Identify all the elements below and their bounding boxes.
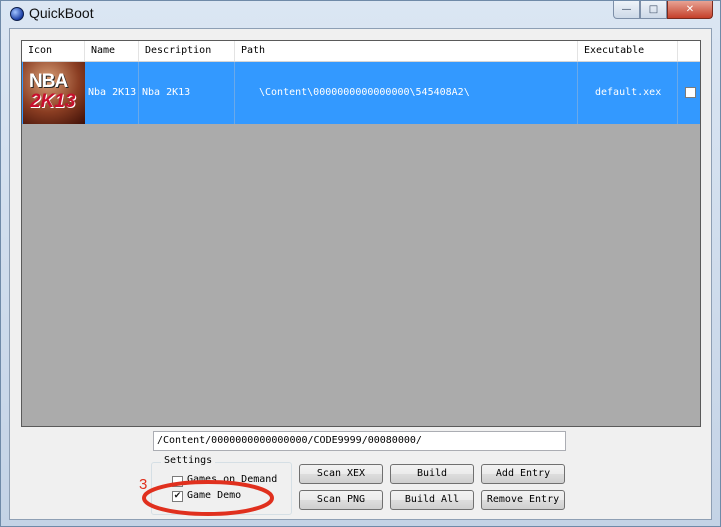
build-all-button[interactable]: Build All [390,490,474,510]
maximize-button[interactable]: □ [640,1,667,19]
window-title: QuickBoot [29,5,94,21]
row-executable: default.xex [578,62,678,124]
add-entry-button[interactable]: Add Entry [481,464,565,484]
scan-xex-button[interactable]: Scan XEX [299,464,383,484]
list-header: Icon Name Description Path Executable [22,41,700,62]
game-list[interactable]: Icon Name Description Path Executable NB… [21,40,701,427]
content-path-field[interactable]: /Content/0000000000000000/CODE9999/00080… [153,431,566,451]
remove-entry-button[interactable]: Remove Entry [481,490,565,510]
row-name: Nba 2K13 [85,62,139,124]
annotation-ellipse [142,480,274,516]
scan-png-button[interactable]: Scan PNG [299,490,383,510]
cover-logo-nba: NBA [29,71,68,92]
row-description: Nba 2K13 [139,62,235,124]
column-header-executable[interactable]: Executable [578,41,678,61]
cover-logo-2k13: 2K13 [30,91,76,112]
column-header-name[interactable]: Name [85,41,139,61]
build-button[interactable]: Build [390,464,474,484]
column-header-description[interactable]: Description [139,41,235,61]
column-header-path[interactable]: Path [235,41,578,61]
row-checkbox[interactable] [685,87,696,98]
column-header-icon[interactable]: Icon [22,41,85,61]
row-path: \Content\0000000000000000\545408A2\ [235,62,578,124]
close-button[interactable]: ✕ [667,1,713,19]
settings-legend: Settings [161,455,216,466]
client-area: Icon Name Description Path Executable NB… [9,28,712,520]
app-orb-icon [10,7,24,21]
list-row-nba-2k13[interactable]: NBA 2K13 Nba 2K13 Nba 2K13 \Content\0000… [22,62,700,124]
minimize-button[interactable]: — [613,1,640,19]
nba-2k13-cover-icon: NBA 2K13 [23,62,85,124]
column-header-check [678,41,700,61]
quickboot-window: QuickBoot — □ ✕ Icon Name Description Pa… [0,0,721,527]
title-bar[interactable]: QuickBoot — □ ✕ [1,1,720,27]
row-icon-cell: NBA 2K13 [22,62,85,124]
